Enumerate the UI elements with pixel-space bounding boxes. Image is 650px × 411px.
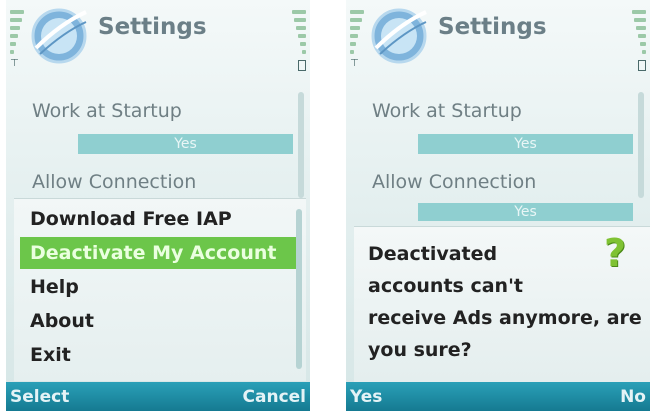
antenna-icon: ⊤ xyxy=(10,58,19,69)
question-mark-icon: ? xyxy=(604,231,627,275)
signal-strength-icon xyxy=(350,10,364,62)
setting-value-work-at-startup[interactable]: Yes xyxy=(418,134,633,154)
dialog-message-line: accounts can't xyxy=(368,275,523,297)
battery-icon xyxy=(298,60,306,71)
left-screen: ⊤ Settings Work at Startup Yes Allow Con… xyxy=(6,0,310,411)
setting-label-work-at-startup: Work at Startup xyxy=(372,100,522,122)
app-logo-icon xyxy=(31,8,87,64)
menu-item-exit[interactable]: Exit xyxy=(20,339,302,371)
dialog-message-line: you sure? xyxy=(368,339,472,361)
options-menu: Download Free IAP Deactivate My Account … xyxy=(14,198,306,381)
battery-level-icon xyxy=(292,10,306,62)
battery-icon xyxy=(638,60,646,71)
setting-label-allow-connection: Allow Connection xyxy=(372,171,537,193)
page-title: Settings xyxy=(438,14,547,40)
setting-value-allow-connection[interactable]: Yes xyxy=(418,203,633,221)
setting-label-work-at-startup: Work at Startup xyxy=(32,100,182,122)
yes-softkey[interactable]: Yes xyxy=(350,387,382,407)
cancel-softkey[interactable]: Cancel xyxy=(243,387,306,407)
page-title: Settings xyxy=(98,14,207,40)
menu-item-help[interactable]: Help xyxy=(20,271,302,303)
signal-strength-icon xyxy=(10,10,24,62)
menu-item-download-free-iap[interactable]: Download Free IAP xyxy=(20,203,302,235)
dialog-message-line: receive Ads anymore, are xyxy=(368,307,642,329)
setting-value-work-at-startup[interactable]: Yes xyxy=(78,134,293,154)
menu-item-about[interactable]: About xyxy=(20,305,302,337)
softkey-bar: Select Cancel xyxy=(6,382,310,411)
dialog-message-line: Deactivated xyxy=(368,243,498,265)
menu-item-deactivate-account[interactable]: Deactivate My Account xyxy=(20,237,302,269)
antenna-icon: ⊤ xyxy=(350,58,359,69)
settings-scrollbar[interactable] xyxy=(298,92,304,198)
right-screen: ⊤ Settings Work at Startup Yes Allow Con… xyxy=(346,0,650,411)
softkey-bar: Yes No xyxy=(346,382,650,411)
select-softkey[interactable]: Select xyxy=(10,387,69,407)
battery-level-icon xyxy=(632,10,646,62)
confirmation-dialog: Deactivated accounts can't receive Ads a… xyxy=(354,226,650,383)
setting-label-allow-connection: Allow Connection xyxy=(32,171,197,193)
app-logo-icon xyxy=(371,8,427,64)
settings-scrollbar[interactable] xyxy=(638,92,644,198)
menu-scrollbar[interactable] xyxy=(296,209,302,369)
no-softkey[interactable]: No xyxy=(620,387,646,407)
